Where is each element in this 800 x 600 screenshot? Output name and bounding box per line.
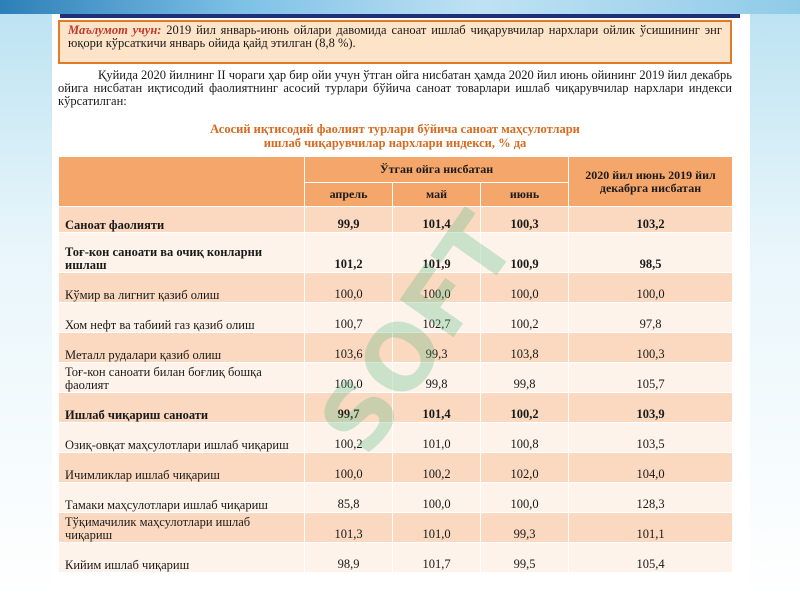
table-row: Тамаки маҳсулотлари ишлаб чиқариш 85,8 100… — [58, 482, 734, 513]
row-value: 99,9 — [304, 206, 393, 233]
row-value: 99,7 — [304, 392, 393, 423]
row-value: 100,8 — [479, 422, 570, 453]
row-label: Тоғ-кон саноати билан боғлиқ бошқа фаоли… — [58, 362, 305, 393]
row-label: Тамаки маҳсулотлари ишлаб чиқариш — [58, 482, 305, 513]
header-label-blank — [58, 156, 305, 207]
table-title: Асосий иқтисодий фаолият турлари бўйича … — [58, 122, 732, 150]
row-value: 100,3 — [568, 332, 734, 363]
header-month-may: май — [392, 182, 481, 207]
row-value: 97,8 — [568, 302, 734, 333]
row-value: 101,1 — [568, 512, 734, 543]
header-june-vs-december: 2020 йил июнь 2019 йил декабрга нисбатан — [568, 156, 734, 207]
table-row: Ишлаб чиқариш саноати 99,7 101,4 100,2 103,9 — [58, 392, 734, 423]
row-value: 100,3 — [479, 206, 570, 233]
row-label: Кийим ишлаб чиқариш — [58, 542, 305, 573]
row-value: 101,7 — [392, 542, 481, 573]
row-value: 101,0 — [392, 422, 481, 453]
row-value: 104,0 — [568, 452, 734, 483]
row-value: 105,7 — [568, 362, 734, 393]
row-value: 99,3 — [392, 332, 481, 363]
row-value: 99,8 — [479, 362, 570, 393]
row-value: 103,5 — [568, 422, 734, 453]
table-title-line2: ишлаб чиқарувчилар нархлари индекси, % д… — [263, 136, 527, 150]
row-label: Кўмир ва лигнит қазиб олиш — [58, 272, 305, 303]
row-value: 100,0 — [479, 272, 570, 303]
header-previous-month: Ўтган ойга нисбатан — [303, 156, 570, 183]
row-value: 103,6 — [304, 332, 393, 363]
table-row: Металл рудалари қазиб олиш 103,6 99,3 103,8… — [58, 332, 734, 363]
right-decoration — [750, 14, 800, 600]
row-value: 128,3 — [568, 482, 734, 513]
row-value: 100,0 — [304, 362, 393, 393]
table-title-line1: Асосий иқтисодий фаолият турлари бўйича … — [210, 122, 580, 136]
row-value: 101,4 — [392, 206, 481, 233]
info-text: 2019 йил январь-июнь ойлари давомида сан… — [68, 23, 722, 50]
row-label: Саноат фаолияти — [58, 206, 305, 233]
row-value: 100,0 — [304, 452, 393, 483]
table-row: Тўқимачилик маҳсулотлари ишлаб чиқариш 10… — [58, 512, 734, 543]
row-value: 100,2 — [479, 392, 570, 423]
row-value: 100,9 — [479, 232, 570, 273]
row-value: 105,4 — [568, 542, 734, 573]
header-rule — [60, 14, 740, 18]
table-row: Кўмир ва лигнит қазиб олиш 100,0 100,0 100,… — [58, 272, 734, 303]
row-label: Хом нефт ва табиий газ қазиб олиш — [58, 302, 305, 333]
row-value: 98,5 — [568, 232, 734, 273]
info-box: Маълумот учун: 2019 йил январь-июнь ойла… — [58, 20, 732, 64]
table-row: Ичимликлар ишлаб чиқариш 100,0 100,2 102,0 1… — [58, 452, 734, 483]
row-value: 85,8 — [304, 482, 393, 513]
row-value: 101,2 — [304, 232, 393, 273]
row-value: 98,9 — [304, 542, 393, 573]
row-value: 100,2 — [304, 422, 393, 453]
row-label: Озиқ-овқат маҳсулотлари ишлаб чиқариш — [58, 422, 305, 453]
row-value: 102,7 — [392, 302, 481, 333]
header-month-april: апрель — [304, 182, 393, 207]
row-value: 100,2 — [479, 302, 570, 333]
row-value: 99,5 — [479, 542, 570, 573]
row-label: Металл рудалари қазиб олиш — [58, 332, 305, 363]
table-row: Озиқ-овқат маҳсулотлари ишлаб чиқариш 100… — [58, 422, 734, 453]
row-value: 100,7 — [304, 302, 393, 333]
row-label: Ишлаб чиқариш саноати — [58, 392, 305, 423]
row-value: 103,8 — [479, 332, 570, 363]
row-label: Ичимликлар ишлаб чиқариш — [58, 452, 305, 483]
table-row: Хом нефт ва табиий газ қазиб олиш 100,7 10… — [58, 302, 734, 333]
row-value: 100,0 — [568, 272, 734, 303]
table-row: Тоғ-кон саноати ва очиқ конларни ишлаш 10… — [58, 232, 734, 273]
header-band — [0, 0, 800, 14]
row-value: 103,2 — [568, 206, 734, 233]
table-row: Саноат фаолияти 99,9 101,4 100,3 103,2 — [58, 206, 734, 233]
row-value: 100,0 — [479, 482, 570, 513]
row-value: 101,4 — [392, 392, 481, 423]
table-row: Кийим ишлаб чиқариш 98,9 101,7 99,5 105,4 — [58, 542, 734, 573]
price-index-table: Ўтган ойга нисбатан 2020 йил июнь 2019 й… — [58, 156, 734, 573]
info-lead: Маълумот учун: — [68, 23, 162, 37]
row-value: 103,9 — [568, 392, 734, 423]
header-month-june: июнь — [479, 182, 570, 207]
row-value: 100,0 — [304, 272, 393, 303]
row-value: 102,0 — [479, 452, 570, 483]
row-value: 99,3 — [479, 512, 570, 543]
row-value: 101,0 — [392, 512, 481, 543]
intro-paragraph: Қуйида 2020 йилнинг II чораги ҳар бир ой… — [58, 68, 732, 108]
row-value: 100,0 — [392, 272, 481, 303]
row-value: 100,0 — [392, 482, 481, 513]
row-value: 100,2 — [392, 452, 481, 483]
table-row: Тоғ-кон саноати билан боғлиқ бошқа фаоли… — [58, 362, 734, 393]
row-value: 99,8 — [392, 362, 481, 393]
row-value: 101,9 — [392, 232, 481, 273]
row-label: Тўқимачилик маҳсулотлари ишлаб чиқариш — [58, 512, 305, 543]
row-label: Тоғ-кон саноати ва очиқ конларни ишлаш — [58, 232, 305, 273]
left-decoration — [0, 14, 52, 600]
row-value: 101,3 — [304, 512, 393, 543]
